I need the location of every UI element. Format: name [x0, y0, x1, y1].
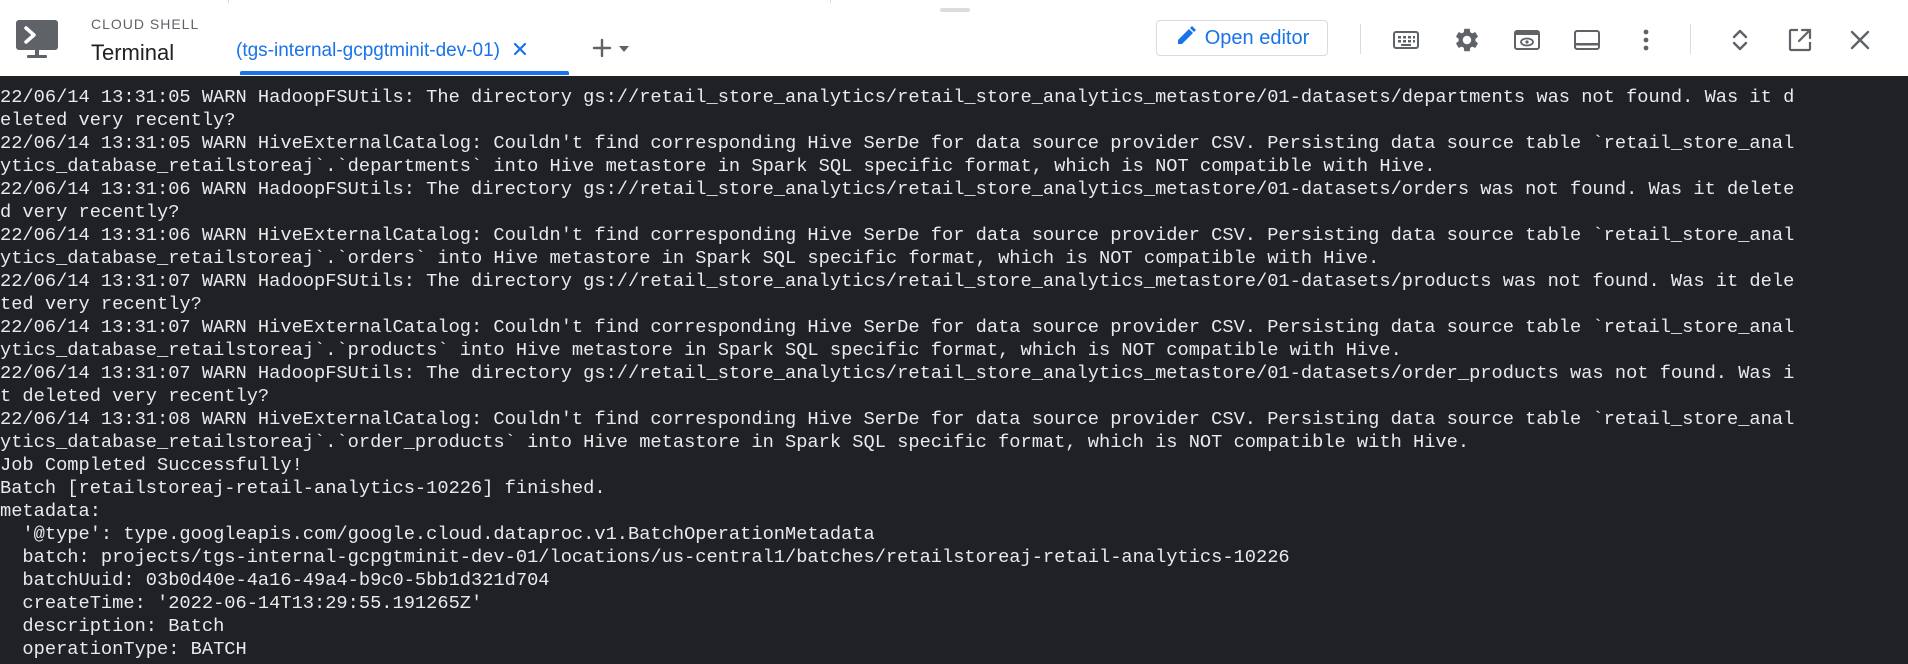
terminal-line: Job Completed Successfully! — [0, 454, 303, 476]
terminal-line: 22/06/14 13:31:07 WARN HiveExternalCatal… — [0, 316, 1795, 338]
cloud-shell-header: CLOUD SHELL Terminal (tgs-internal-gcpgt… — [0, 0, 1908, 76]
terminal-line: '@type': type.googleapis.com/google.clou… — [0, 523, 875, 545]
open-in-new-icon[interactable] — [1784, 24, 1816, 56]
unfold-icon[interactable] — [1724, 24, 1756, 56]
terminal-line: ytics_database_retailstoreaj`.`products`… — [0, 339, 1402, 361]
page-title: Terminal — [91, 40, 175, 65]
close-icon[interactable] — [508, 37, 532, 61]
terminal-line: batchUuid: 03b0d40e-4a16-49a4-b9c0-5bb1d… — [0, 569, 550, 591]
open-editor-label: Open editor — [1204, 26, 1310, 49]
terminal-line: 22/06/14 13:31:05 WARN HadoopFSUtils: Th… — [0, 86, 1795, 108]
product-label: CLOUD SHELL — [91, 16, 200, 32]
terminal-line: ytics_database_retailstoreaj`.`orders` i… — [0, 247, 1380, 269]
terminal-line: ytics_database_retailstoreaj`.`order_pro… — [0, 431, 1470, 453]
keyboard-icon[interactable] — [1390, 24, 1422, 56]
terminal-line: batch: projects/tgs-internal-gcpgtminit-… — [0, 546, 1290, 568]
terminal-monitor-icon — [14, 18, 60, 60]
more-vert-icon[interactable] — [1630, 24, 1662, 56]
resize-handle[interactable] — [940, 8, 970, 12]
active-tab-indicator — [240, 71, 569, 75]
terminal-line: 22/06/14 13:31:08 WARN HiveExternalCatal… — [0, 408, 1795, 430]
terminal-output[interactable]: 22/06/14 13:31:05 WARN HadoopFSUtils: Th… — [0, 76, 1908, 664]
web-preview-icon[interactable] — [1511, 24, 1543, 56]
terminal-line: Batch [retailstoreaj-retail-analytics-10… — [0, 477, 606, 499]
terminal-line: 22/06/14 13:31:07 WARN HadoopFSUtils: Th… — [0, 270, 1795, 292]
terminal-line: t deleted very recently? — [0, 385, 270, 407]
top-divider-tick — [228, 0, 229, 3]
open-editor-button[interactable]: Open editor — [1156, 20, 1328, 56]
toolbar-divider — [1690, 24, 1691, 54]
terminal-line: description: Batch — [0, 615, 225, 637]
gear-icon[interactable] — [1451, 24, 1483, 56]
tab-terminal-session[interactable]: (tgs-internal-gcpgtminit-dev-01) — [236, 30, 532, 74]
toolbar-divider — [1360, 24, 1361, 54]
terminal-line: 22/06/14 13:31:06 WARN HadoopFSUtils: Th… — [0, 178, 1795, 200]
terminal-line: ted very recently? — [0, 293, 202, 315]
plus-icon — [591, 37, 613, 64]
terminal-line: d very recently? — [0, 201, 180, 223]
terminal-line: ytics_database_retailstoreaj`.`departmen… — [0, 155, 1436, 177]
terminal-line: 22/06/14 13:31:05 WARN HiveExternalCatal… — [0, 132, 1795, 154]
pencil-icon — [1175, 25, 1197, 52]
terminal-line: operationType: BATCH — [0, 638, 247, 660]
tab-label: (tgs-internal-gcpgtminit-dev-01) — [236, 40, 500, 61]
caret-down-icon[interactable] — [617, 41, 631, 59]
panel-layout-icon[interactable] — [1571, 24, 1603, 56]
terminal-line: eleted very recently? — [0, 109, 236, 131]
terminal-line: createTime: '2022-06-14T13:29:55.191265Z… — [0, 592, 483, 614]
terminal-line: metadata: — [0, 500, 101, 522]
close-icon[interactable] — [1844, 24, 1876, 56]
top-divider-tick — [830, 0, 831, 3]
terminal-line: 22/06/14 13:31:06 WARN HiveExternalCatal… — [0, 224, 1795, 246]
add-tab-button[interactable] — [591, 36, 641, 64]
terminal-line: 22/06/14 13:31:07 WARN HadoopFSUtils: Th… — [0, 362, 1795, 384]
